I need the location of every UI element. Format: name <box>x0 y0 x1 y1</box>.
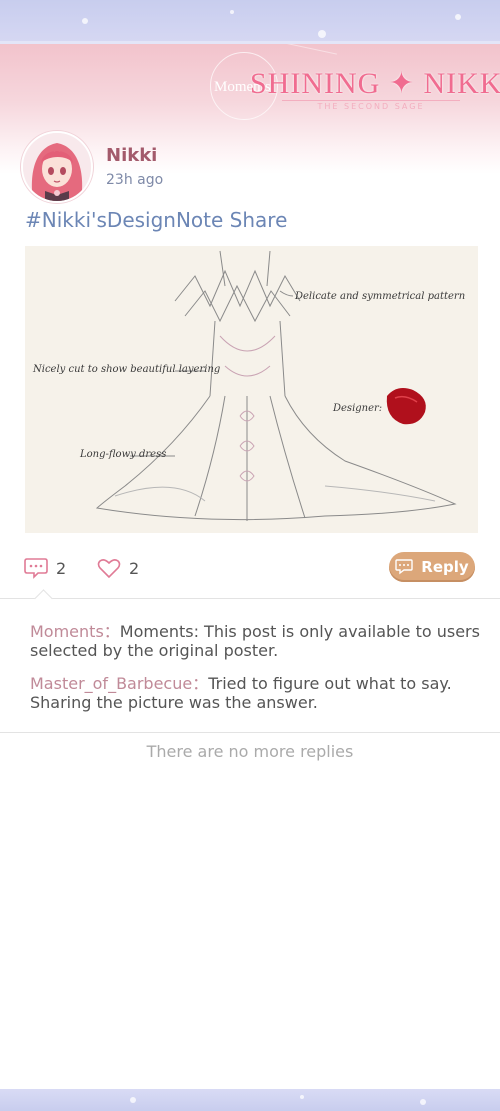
post-image[interactable]: Delicate and symmetrical pattern Nicely … <box>25 246 478 533</box>
sparkle <box>420 1099 426 1105</box>
post-time: 23h ago <box>106 172 164 188</box>
dress-sketch-icon <box>95 250 457 521</box>
logo-title: SHINING ✦ NIKKI <box>250 67 500 100</box>
bottom-frame <box>0 1089 500 1111</box>
like-button[interactable]: 2 <box>97 557 139 579</box>
reply-label: Reply <box>421 558 469 576</box>
sketch-label-layering: Nicely cut to show beautiful layering <box>33 364 221 375</box>
comment-item: Master_of_Barbecue：Tried to figure out w… <box>30 674 485 712</box>
sparkle <box>130 1097 136 1103</box>
heart-icon <box>97 559 121 579</box>
avatar[interactable] <box>21 131 93 203</box>
sketch-label-pattern: Delicate and symmetrical pattern <box>295 291 466 302</box>
avatar-portrait-icon <box>23 133 91 201</box>
comment-author[interactable]: Master_of_Barbecue <box>30 674 192 693</box>
like-count: 2 <box>129 558 140 578</box>
sparkle <box>82 18 88 24</box>
no-more-replies: There are no more replies <box>146 742 354 761</box>
divider <box>0 732 500 733</box>
comment-author[interactable]: Moments <box>30 622 104 641</box>
reply-icon <box>395 559 413 575</box>
post-text[interactable]: #Nikki'sDesignNote Share <box>25 208 287 232</box>
logo-subtitle: THE SECOND SAGE <box>282 100 460 113</box>
sketch-label-dress: Long-flowy dress <box>80 449 167 460</box>
divider <box>0 598 500 599</box>
sketch-label-designer: Designer: <box>333 403 383 414</box>
comment-icon <box>24 558 48 579</box>
game-logo: Moments SHINING ✦ NIKKI THE SECOND SAGE <box>210 52 500 120</box>
comment-button[interactable]: 2 <box>24 557 66 579</box>
comment-separator: ： <box>192 674 209 693</box>
comments-pointer <box>34 589 53 608</box>
user-name[interactable]: Nikki <box>106 145 157 166</box>
comment-count: 2 <box>56 558 67 578</box>
top-frame <box>0 0 500 44</box>
comment-item: Moments：Moments: This post is only avail… <box>30 622 485 660</box>
sparkle <box>230 10 234 14</box>
sparkle <box>318 30 326 38</box>
sparkle <box>300 1095 304 1099</box>
comment-separator: ： <box>103 622 120 641</box>
reply-button[interactable]: Reply <box>389 552 475 582</box>
sparkle <box>455 14 461 20</box>
